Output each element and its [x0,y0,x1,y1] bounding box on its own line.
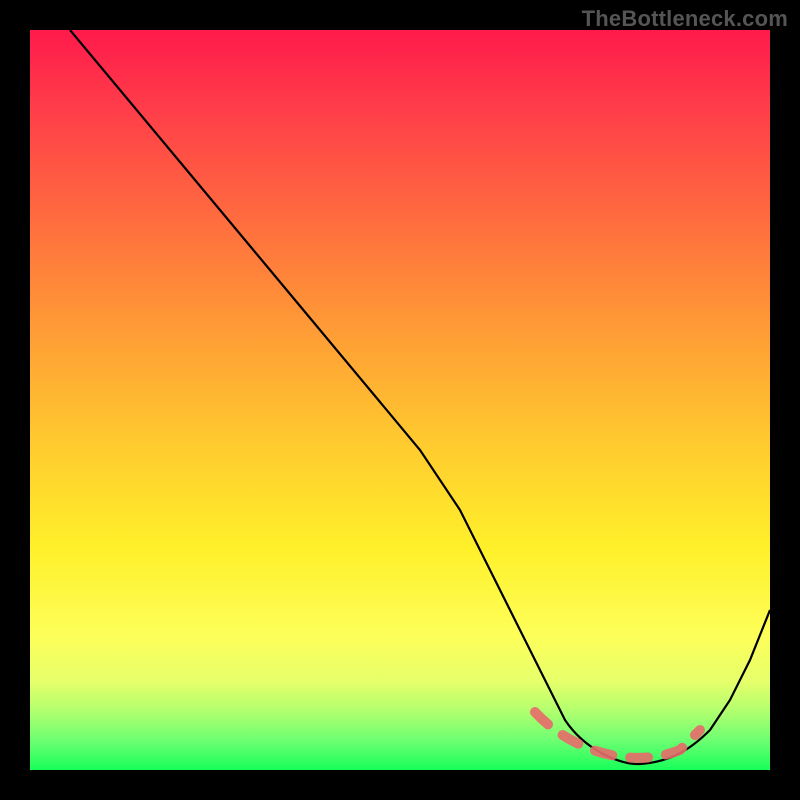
watermark-text: TheBottleneck.com [582,6,788,32]
plot-area [30,30,770,770]
bottleneck-curve [70,30,770,764]
chart-frame: TheBottleneck.com [0,0,800,800]
minimum-highlight [535,712,700,758]
curve-svg [30,30,770,770]
